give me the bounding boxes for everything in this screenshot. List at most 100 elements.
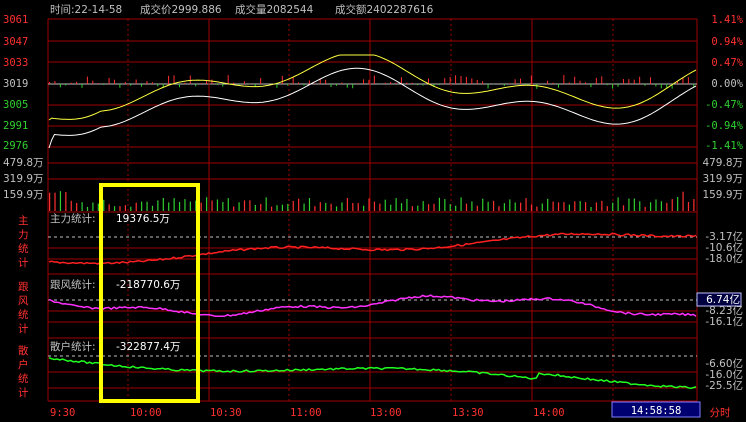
pct-label: 0.00% — [711, 78, 743, 90]
volume-label: 159.9万 — [3, 189, 44, 201]
volume-label: 159.9万 — [702, 189, 743, 201]
volume-bar — [395, 198, 397, 211]
volume-bar — [314, 206, 316, 211]
price-change-bar — [400, 77, 402, 84]
header-volume: 成交量2082544 — [235, 3, 314, 16]
price-change-bar — [81, 84, 83, 88]
price-change-bar — [373, 75, 375, 84]
price-change-bar — [482, 81, 484, 84]
panel-title: 跟风统计: — [50, 278, 96, 291]
price-change-bar — [108, 77, 110, 84]
header-bar: 时间:22-14-58 成交价2999.886 成交量2082544 成交额24… — [50, 3, 434, 16]
price-change-bar — [444, 78, 446, 84]
panel-scale-label: -25.5亿 — [705, 379, 743, 392]
volume-bar — [677, 197, 679, 211]
price-change-bar — [86, 76, 88, 84]
volume-bar — [162, 197, 164, 211]
average-price-line — [48, 54, 697, 121]
price-change-bar — [406, 82, 408, 84]
volume-bar — [400, 203, 403, 211]
volume-bar — [536, 206, 538, 211]
volume-bar — [471, 201, 473, 211]
volume-bar — [574, 201, 576, 211]
intraday-chart[interactable]: 时间:22-14-58 成交价2999.886 成交量2082544 成交额24… — [0, 0, 746, 422]
volume-bar — [124, 205, 126, 211]
price-change-bar — [222, 84, 224, 87]
volume-bar — [54, 192, 56, 211]
price-change-bar — [335, 84, 337, 86]
volume-bar — [503, 203, 505, 211]
volume-bar — [682, 191, 684, 211]
price-change-bar — [612, 84, 614, 89]
volume-bar — [433, 203, 435, 211]
price-change-bar — [503, 84, 505, 86]
volume-bar — [135, 202, 137, 211]
follow-line — [48, 294, 697, 318]
price-change-bar — [276, 84, 278, 88]
price-change-bar — [655, 84, 657, 87]
volume-bar — [655, 199, 657, 211]
price-change-bar — [368, 79, 370, 84]
volume-bar — [86, 206, 89, 211]
volume-label: 319.9万 — [3, 173, 44, 185]
price-change-bar — [606, 84, 608, 86]
volume-bar — [666, 202, 668, 211]
header-amount: 成交额2402287616 — [335, 3, 434, 16]
price-change-bar — [649, 77, 651, 84]
current-time: 14:58:58 — [631, 405, 682, 417]
price-label: 3061 — [3, 14, 28, 26]
volume-bar — [449, 204, 451, 211]
price-change-bar — [173, 75, 175, 84]
volume-bar — [346, 197, 348, 211]
volume-bar — [390, 204, 392, 211]
volume-label: 479.8万 — [3, 157, 44, 169]
volume-bar — [482, 198, 484, 211]
price-change-bar — [422, 84, 424, 86]
price-change-bar — [189, 75, 191, 84]
price-change-bar — [520, 78, 522, 84]
price-change-bars — [49, 75, 695, 89]
svg-text:统: 统 — [18, 242, 29, 255]
svg-text:跟: 跟 — [18, 281, 29, 293]
volume-bar — [151, 205, 154, 211]
volume-bar — [92, 202, 94, 211]
price-change-bar — [557, 84, 559, 88]
time-label: 11:00 — [290, 407, 322, 419]
price-change-bar — [395, 82, 397, 84]
price-change-bar — [660, 84, 662, 89]
price-change-bar — [411, 82, 413, 84]
volume-bar — [595, 202, 598, 211]
volume-bar — [222, 201, 224, 211]
price-change-bar — [97, 83, 99, 84]
price-change-bar — [206, 81, 208, 84]
price-label: 3005 — [3, 99, 28, 111]
intraday-mode-button[interactable]: 分时 — [710, 407, 731, 419]
volume-bar — [363, 205, 365, 211]
price-change-bar — [59, 84, 61, 88]
volume-bar — [303, 203, 305, 211]
time-label: 9:30 — [50, 407, 75, 419]
price-line — [48, 67, 697, 149]
volume-bar — [249, 200, 251, 211]
price-change-bar — [617, 84, 619, 87]
price-change-bar — [227, 75, 229, 84]
price-change-bar — [200, 83, 202, 84]
pct-label: -0.94% — [705, 120, 744, 132]
volume-bar — [81, 202, 83, 211]
price-change-bar — [184, 82, 186, 84]
price-change-bar — [363, 79, 365, 84]
volume-bar — [444, 199, 446, 211]
volume-bar — [298, 198, 300, 211]
volume-bar — [568, 204, 570, 211]
svg-text:散: 散 — [18, 344, 29, 357]
pct-label: -0.47% — [705, 99, 744, 111]
price-change-bar — [92, 80, 94, 84]
volume-label: 319.9万 — [702, 173, 743, 185]
volume-bar — [671, 199, 673, 211]
volume-bar — [606, 206, 608, 211]
price-change-bar — [303, 84, 305, 86]
volume-bar — [487, 201, 489, 211]
price-change-bar — [622, 79, 624, 84]
volume-bar — [384, 199, 386, 211]
price-change-bar — [157, 84, 159, 87]
